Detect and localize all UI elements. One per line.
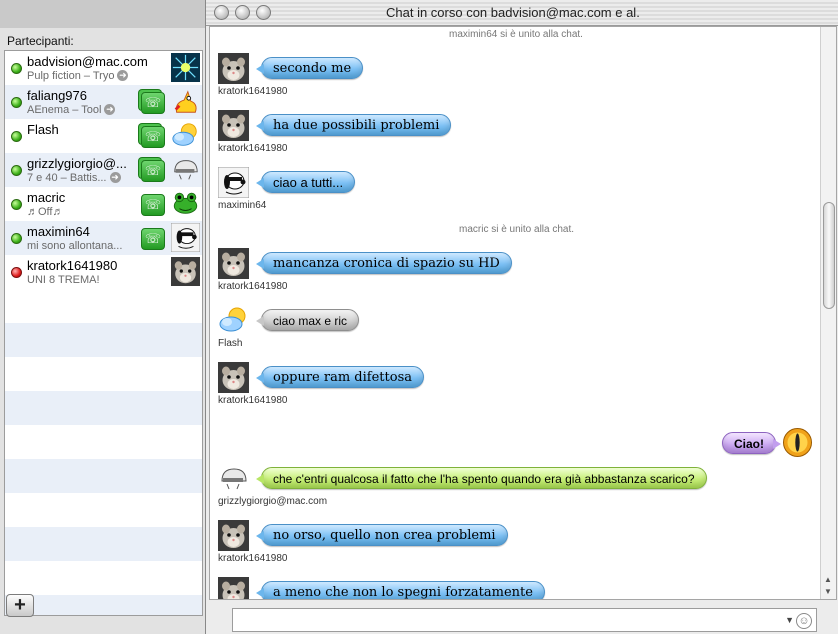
participant-status: UNI 8 TREMA! [27,274,100,286]
participant-status: 7 e 40 – Battis... ➜ [27,172,121,184]
video-chat-icon[interactable]: ☏ [141,92,165,114]
participant-row[interactable]: grizzlygiorgio@... 7 e 40 – Battis... ➜ ☏ [5,153,202,187]
participant-avatar [171,121,200,150]
triangle-down-icon[interactable]: ▼ [785,615,794,625]
message-bubble: a meno che non lo spegni forzatamente [256,581,545,599]
presence-busy-icon [11,267,22,278]
participant-status: Pulp fiction – Tryo ➜ [27,70,129,82]
participant-status: ♬Off♬ [27,206,63,218]
participant-name: Flash [27,122,59,137]
participant-row[interactable]: kratork1641980 UNI 8 TREMA! [5,255,202,289]
scroll-down-arrow-icon[interactable]: ▼ [824,587,832,596]
participant-name: faliang976 [27,88,87,103]
chat-transcript[interactable]: maximin64 si è unito alla chat. secondo m… [209,26,837,600]
presence-available-icon [11,97,22,108]
participants-drawer: Partecipanti: badvision@mac.com Pulp fict… [0,28,206,634]
sender-avatar [217,166,250,199]
sender-avatar [218,463,249,494]
sender-name: grizzlygiorgio@mac.com [218,496,328,507]
scroll-up-arrow-icon[interactable]: ▲ [824,575,832,584]
video-chat-icon[interactable]: ☏ [141,126,165,148]
participant-avatar [171,87,200,116]
sender-name: kratork1641980 [218,553,288,564]
arrow-right-icon[interactable]: ➜ [109,172,121,183]
my-avatar [782,427,813,458]
participants-label: Partecipanti: [7,34,74,48]
participant-name: badvision@mac.com [27,54,148,69]
participant-name: kratork1641980 [27,258,118,273]
participant-avatar [171,189,200,218]
participant-status-text: mi sono allontana... [27,240,123,252]
presence-available-icon [11,233,22,244]
participant-name: grizzlygiorgio@... [27,156,127,171]
presence-available-icon [11,199,22,210]
participant-avatar [171,257,200,286]
participant-avatar [171,155,200,184]
sender-avatar [218,577,249,599]
zoom-window-button[interactable] [256,5,271,20]
message-bubble: secondo me [255,57,364,79]
video-chat-icon[interactable]: ☏ [141,160,165,182]
presence-available-icon [11,63,22,74]
sender-name: kratork1641980 [218,395,288,406]
presence-available-icon [11,131,22,142]
participant-status-text: ♬Off♬ [27,206,64,218]
minimize-window-button[interactable] [235,5,250,20]
arrow-right-icon[interactable]: ➜ [104,104,116,115]
message-bubble: ciao a tutti... [255,171,356,193]
sender-avatar [218,362,249,393]
scrollbar-thumb[interactable] [823,202,835,309]
chat-window: Chat in corso con badvision@mac.com e al… [205,0,838,634]
participant-name: macric [27,190,66,205]
add-participant-button[interactable]: + [6,594,34,617]
sender-name: kratork1641980 [218,143,288,154]
participant-row[interactable]: maximin64 mi sono allontana... ☏ [5,221,202,255]
participants-list: badvision@mac.com Pulp fiction – Tryo ➜ fal… [4,50,203,616]
participant-row[interactable]: macric ♬Off♬ ☏ [5,187,202,221]
sender-avatar [218,53,249,84]
participant-row[interactable]: badvision@mac.com Pulp fiction – Tryo ➜ [5,51,202,85]
sender-avatar [218,520,249,551]
system-notice: maximin64 si è unito alla chat. [449,29,583,40]
participant-status-text: UNI 8 TREMA! [27,274,100,286]
message-bubble: ciao max e ric [255,309,360,331]
message-bubble: oppure ram difettosa [256,366,424,388]
window-title: Chat in corso con badvision@mac.com e al… [386,5,640,20]
video-chat-icon[interactable]: ☏ [141,228,165,250]
message-bubble: no orso, quello non crea problemi [256,524,508,546]
arrow-right-icon[interactable]: ➜ [117,70,129,81]
presence-available-icon [11,165,22,176]
video-chat-icon[interactable]: ☏ [141,194,165,216]
title-bar[interactable]: Chat in corso con badvision@mac.com e al… [206,0,838,26]
participant-status-text: Pulp fiction – Tryo [27,70,115,82]
sender-name: kratork1641980 [218,86,288,97]
sender-name: kratork1641980 [218,281,288,292]
my-message-bubble: Ciao! [722,432,781,454]
participant-status: mi sono allontana... [27,240,122,252]
vertical-scrollbar[interactable]: ▲ ▼ [820,27,836,599]
participant-avatar [171,53,200,82]
participant-row[interactable]: faliang976 AEnema – Tool ➜ ☏ [5,85,202,119]
sender-avatar [218,248,249,279]
participant-status-text: 7 e 40 – Battis... [27,172,107,184]
participant-status-text: AEnema – Tool [27,104,102,116]
close-window-button[interactable] [214,5,229,20]
participant-avatar [170,222,201,253]
system-notice: macric si è unito alla chat. [459,224,575,235]
smiley-icon[interactable]: ☺ [796,613,812,629]
message-bubble: mancanza cronica di spazio su HD [256,252,512,274]
message-bubble: ha due possibili problemi [255,114,452,136]
sender-avatar [218,305,249,336]
participant-status: AEnema – Tool ➜ [27,104,116,116]
participant-name: maximin64 [27,224,90,239]
sender-avatar [218,110,249,141]
participant-row[interactable]: Flash ☏ [5,119,202,153]
message-input[interactable]: ▼ ☺ [232,608,817,632]
message-bubble: che c'entri qualcosa il fatto che l'ha s… [256,467,707,489]
sender-name: maximin64 [218,200,267,211]
sender-name: Flash [218,338,243,349]
